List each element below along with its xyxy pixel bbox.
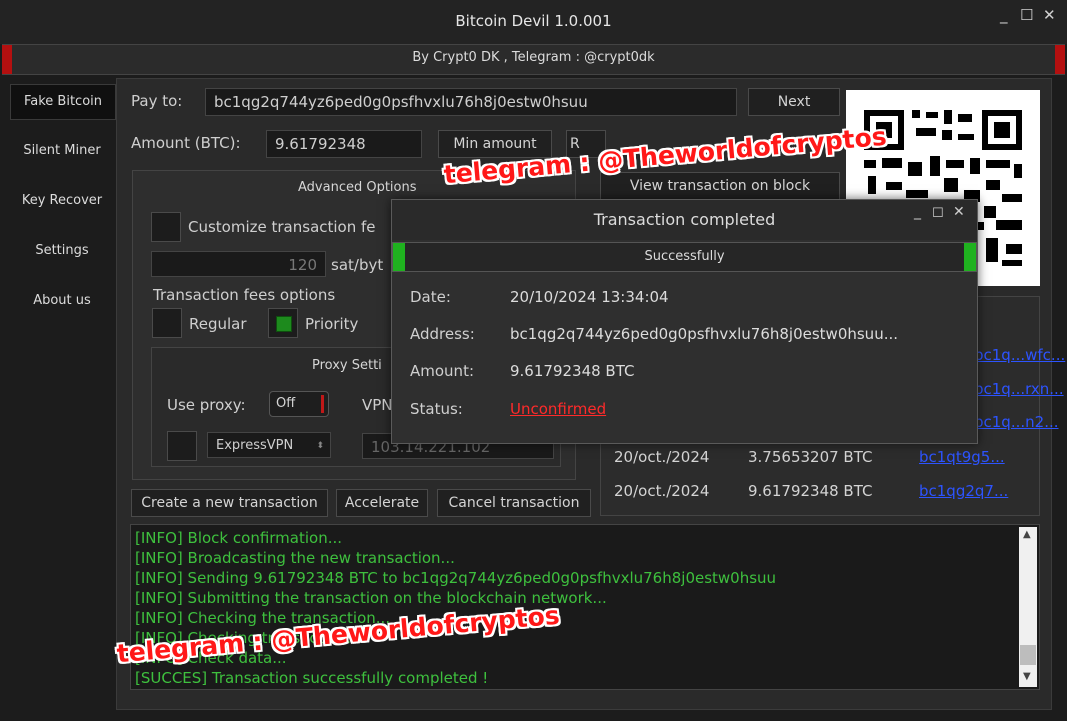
fee-options-label: Transaction fees options — [153, 286, 336, 304]
date-value: 20/10/2024 13:34:04 — [510, 288, 669, 306]
customize-fee-label: Customize transaction fe — [188, 218, 376, 236]
next-button[interactable]: Next — [748, 88, 840, 116]
sidebar-item-about-us[interactable]: About us — [10, 284, 114, 318]
chevron-updown-icon: ⬍ — [316, 441, 324, 451]
tx-link[interactable]: bc1qg2q7... — [919, 482, 1008, 500]
date-label: Date: — [410, 288, 451, 306]
tx-link[interactable]: bc1q...wfc... — [974, 346, 1065, 364]
status-bar: Successfully — [392, 242, 977, 272]
amount-label: Amount: — [410, 362, 474, 380]
proxy-toggle[interactable]: Off — [269, 391, 329, 417]
address-value: bc1qg2q744yz6ped0g0psfhvxlu76h8j0estw0hs… — [510, 325, 899, 343]
close-icon[interactable]: ✕ — [953, 204, 965, 220]
amount-input[interactable]: 9.61792348 — [266, 130, 422, 158]
use-proxy-label: Use proxy: — [167, 396, 246, 414]
status-label: Status: — [410, 400, 463, 418]
pay-to-label: Pay to: — [131, 92, 183, 110]
close-icon[interactable]: ✕ — [1043, 6, 1056, 24]
log-line: [INFO] Sending 9.61792348 BTC to bc1qg2q… — [135, 569, 777, 587]
amount-value: 9.61792348 BTC — [510, 362, 635, 380]
transaction-completed-dialog: Transaction completed _ ☐ ✕ Successfully… — [391, 199, 978, 444]
fee-unit-label: sat/byt — [331, 256, 384, 274]
sidebar-item-settings[interactable]: Settings — [10, 234, 114, 268]
fee-rate-input[interactable]: 120 — [151, 251, 326, 277]
vpn-select[interactable]: ExpressVPN ⬍ — [207, 432, 331, 458]
minimize-icon[interactable]: _ — [914, 204, 921, 220]
minimize-icon[interactable]: _ — [1000, 6, 1008, 24]
address-label: Address: — [410, 325, 475, 343]
scroll-down-icon[interactable]: ▼ — [1023, 671, 1031, 682]
tx-amount: 9.61792348 BTC — [748, 482, 873, 500]
regular-label: Regular — [189, 315, 247, 333]
tx-date: 20/oct./2024 — [614, 482, 710, 500]
priority-checkbox[interactable] — [268, 308, 298, 338]
vpn-select-value: ExpressVPN — [216, 438, 294, 453]
sidebar-item-fake-bitcoin[interactable]: Fake Bitcoin — [10, 84, 116, 120]
maximize-icon[interactable]: ☐ — [932, 206, 944, 221]
cancel-transaction-button[interactable]: Cancel transaction — [437, 489, 591, 517]
proxy-toggle-label: Off — [276, 396, 296, 411]
window-title: Bitcoin Devil 1.0.001 — [455, 12, 612, 30]
priority-label: Priority — [305, 315, 359, 333]
advanced-options-title: Advanced Options — [298, 180, 417, 195]
log-line: [INFO] Block confirmation... — [135, 529, 343, 547]
sidebar-item-silent-miner[interactable]: Silent Miner — [10, 134, 114, 168]
log-line: [SUCCES] Transaction successfully comple… — [135, 669, 489, 687]
create-transaction-button[interactable]: Create a new transaction — [131, 489, 328, 517]
tx-link[interactable]: bc1q...n2... — [974, 413, 1059, 431]
subtitle: By Crypt0 DK , Telegram : @crypt0dk — [412, 50, 655, 65]
tx-link[interactable]: bc1qt9g5... — [919, 448, 1005, 466]
log-scrollbar[interactable]: ▲ ▼ — [1019, 527, 1037, 687]
status-value[interactable]: Unconfirmed — [510, 400, 606, 418]
scroll-thumb[interactable] — [1020, 645, 1036, 665]
maximize-icon[interactable]: ☐ — [1020, 6, 1033, 24]
tx-amount: 3.75653207 BTC — [748, 448, 873, 466]
scroll-up-icon[interactable]: ▲ — [1023, 529, 1031, 540]
proxy-settings-title: Proxy Setti — [312, 358, 382, 373]
status-bar-label: Successfully — [644, 249, 725, 264]
dialog-title: Transaction completed — [392, 200, 977, 240]
toggle-indicator — [321, 395, 324, 413]
tx-date: 20/oct./2024 — [614, 448, 710, 466]
tx-link[interactable]: bc1q...rxn... — [974, 380, 1064, 398]
customize-fee-checkbox[interactable] — [151, 212, 181, 242]
log-console[interactable]: [INFO] Block confirmation... [INFO] Broa… — [130, 524, 1040, 690]
log-line: [INFO] Broadcasting the new transaction.… — [135, 549, 455, 567]
accelerate-button[interactable]: Accelerate — [336, 489, 428, 517]
sidebar: Fake Bitcoin Silent Miner Key Recover Se… — [4, 76, 116, 716]
pay-to-input[interactable]: bc1qg2q744yz6ped0g0psfhvxlu76h8j0estw0hs… — [205, 88, 737, 116]
vpn-label: VPN — [362, 396, 393, 414]
vpn-checkbox[interactable] — [167, 431, 197, 461]
amount-label: Amount (BTC): — [131, 134, 241, 152]
sidebar-item-key-recover[interactable]: Key Recover — [10, 184, 114, 218]
view-transaction-button[interactable]: View transaction on block — [600, 172, 840, 200]
regular-checkbox[interactable] — [152, 308, 182, 338]
